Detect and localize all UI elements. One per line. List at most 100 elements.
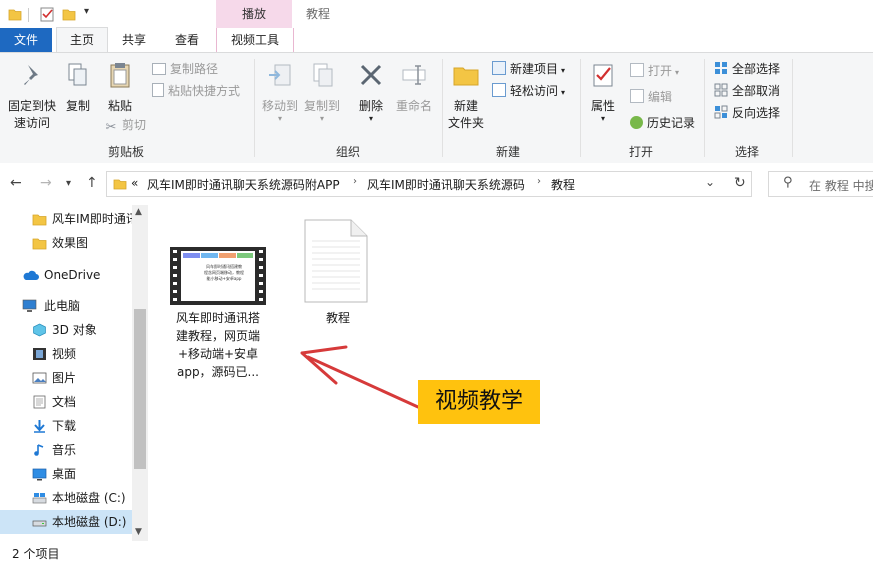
copy-path-button[interactable]: 复制路径 [152,59,218,79]
sidebar-item-videos[interactable]: 视频 [0,342,132,366]
paste-shortcut-button[interactable]: 粘贴快捷方式 [152,81,240,101]
new-folder-label-line2: 文件夹 [447,116,484,130]
breadcrumb-overflow[interactable]: « [131,176,138,190]
sidebar-item-3d-objects[interactable]: 3D 对象 [0,318,132,342]
address-dropdown-chevron-icon[interactable]: ⌄ [705,175,715,189]
history-label: 历史记录 [647,116,696,130]
sidebar-item-documents[interactable]: 文档 [0,390,132,414]
tab-home[interactable]: 主页 [56,27,108,52]
pin-label-line2: 速访问 [13,116,50,130]
breadcrumb-item[interactable]: 风车IM即时通讯聊天系统源码附APP [147,176,340,193]
context-tab-header: 播放 [216,0,292,28]
sidebar-item-desktop[interactable]: 桌面 [0,462,132,486]
cube-icon [33,323,46,337]
forward-arrow-icon[interactable]: → [40,175,52,191]
tab-view[interactable]: 查看 [162,28,212,52]
refresh-icon[interactable]: ↻ [734,175,746,191]
easy-access-button[interactable]: 轻松访问 ▾ [492,81,565,101]
properties-icon[interactable] [40,6,54,22]
sidebar-item-this-pc[interactable]: 此电脑 [0,294,132,318]
dropdown-arrow-icon: ▾ [561,88,566,97]
paste-label: 粘贴 [107,99,132,113]
dropdown-arrow-icon: ▾ [368,114,373,123]
open-button[interactable]: 打开 ▾ [630,61,679,81]
edit-icon [630,89,644,103]
pin-to-quick-access-button[interactable]: 固定到快 速访问 [4,61,60,132]
history-button[interactable]: 历史记录 [630,113,695,133]
open-icon [630,63,644,77]
back-arrow-icon[interactable]: ← [10,175,22,191]
breadcrumb-separator-icon[interactable]: › [537,176,541,187]
rename-button[interactable]: 重命名 [392,61,436,115]
sidebar-scrollbar[interactable]: ▲ ▼ [132,205,148,541]
file-name: 教程 [325,311,350,325]
sidebar-item-drive-c[interactable]: 本地磁盘 (C:) [0,486,132,510]
new-folder-icon[interactable] [62,6,76,22]
divider [580,59,581,157]
new-folder-label-line1: 新建 [453,99,478,113]
breadcrumb-item[interactable]: 风车IM即时通讯聊天系统源码 [367,176,525,193]
rename-icon [402,65,426,85]
properties-label: 属性 [590,99,615,113]
folder-icon [113,179,127,190]
sidebar-item-downloads[interactable]: 下载 [0,414,132,438]
scroll-down-icon[interactable]: ▼ [135,527,142,537]
new-item-button[interactable]: 新建项目 ▾ [492,59,565,79]
copy-to-button[interactable]: 复制到 ▾ [300,61,344,123]
cut-button[interactable]: ✂ 剪切 [104,115,146,135]
dropdown-arrow-icon: ▾ [675,68,680,77]
sidebar-item-label: 图片 [52,371,77,385]
sidebar-item-fengche-folder[interactable]: 风车IM即时通讯 [0,207,132,231]
picture-icon [32,372,47,384]
divider [704,59,705,157]
move-to-button[interactable]: 移动到 ▾ [258,61,302,123]
drive-icon [32,493,47,504]
copy-to-label: 复制到 [303,99,340,113]
sidebar-item-music[interactable]: 音乐 [0,438,132,462]
file-name-line: app，源码已... [176,365,260,379]
properties-icon [593,64,613,87]
sidebar-item-label: 此电脑 [44,299,81,313]
annotation-arrow-icon [300,345,420,409]
file-item-document[interactable]: 教程 [288,219,388,329]
open-label: 打开 [648,64,673,78]
scrollbar-thumb[interactable] [134,309,146,469]
search-box[interactable]: ⚲ 在 教程 中搜 [768,171,873,197]
recent-locations-chevron-icon[interactable]: ▾ [66,178,71,189]
up-arrow-icon[interactable]: ↑ [86,175,98,191]
copy-button[interactable]: 复制 [62,61,94,115]
new-folder-button[interactable]: 新建 文件夹 [446,61,486,132]
open-group-label: 打开 [628,145,653,159]
customize-quick-access-icon[interactable]: ▾ [84,6,89,17]
sidebar-item-label: 桌面 [52,467,77,481]
select-none-button[interactable]: 全部取消 [714,81,780,101]
invert-selection-button[interactable]: 反向选择 [714,103,780,123]
select-none-label: 全部取消 [732,84,781,98]
file-list: 风车即时通讯搭建教 程含网页端移动，教程 能小移动+安卓app 风车即时通讯搭 … [148,205,873,541]
select-all-button[interactable]: 全部选择 [714,59,780,79]
sidebar-item-onedrive[interactable]: OneDrive [0,263,132,287]
sidebar-item-drive-d[interactable]: 本地磁盘 (D:) [0,510,132,534]
properties-button[interactable]: 属性 ▾ [586,61,620,123]
folder-icon[interactable] [8,6,22,22]
address-bar[interactable]: « 风车IM即时通讯聊天系统源码附APP › 风车IM即时通讯聊天系统源码 › … [106,171,752,197]
title-bar: ▾ 播放 教程 [0,0,873,30]
invert-selection-icon [714,105,728,119]
organize-group-label: 组织 [335,145,360,159]
tab-share[interactable]: 共享 [110,28,158,52]
tab-video-tools[interactable]: 视频工具 [216,28,294,52]
document-icon [33,395,46,409]
clipboard-icon [110,63,130,88]
delete-button[interactable]: 删除 ▾ [354,61,388,123]
pin-label-line1: 固定到快 [7,99,56,113]
breadcrumb-item[interactable]: 教程 [551,176,575,193]
sidebar-item-pictures[interactable]: 图片 [0,366,132,390]
sidebar-item-screenshots-folder[interactable]: 效果图 [0,231,132,255]
tab-file[interactable]: 文件 [0,28,52,52]
computer-icon [22,299,37,312]
file-item-video[interactable]: 风车即时通讯搭建教 程含网页端移动，教程 能小移动+安卓app 风车即时通讯搭 … [168,245,268,385]
scroll-up-icon[interactable]: ▲ [135,207,142,217]
breadcrumb-separator-icon[interactable]: › [353,176,357,187]
paste-button[interactable]: 粘贴 [102,61,138,115]
edit-button[interactable]: 编辑 [630,87,672,107]
